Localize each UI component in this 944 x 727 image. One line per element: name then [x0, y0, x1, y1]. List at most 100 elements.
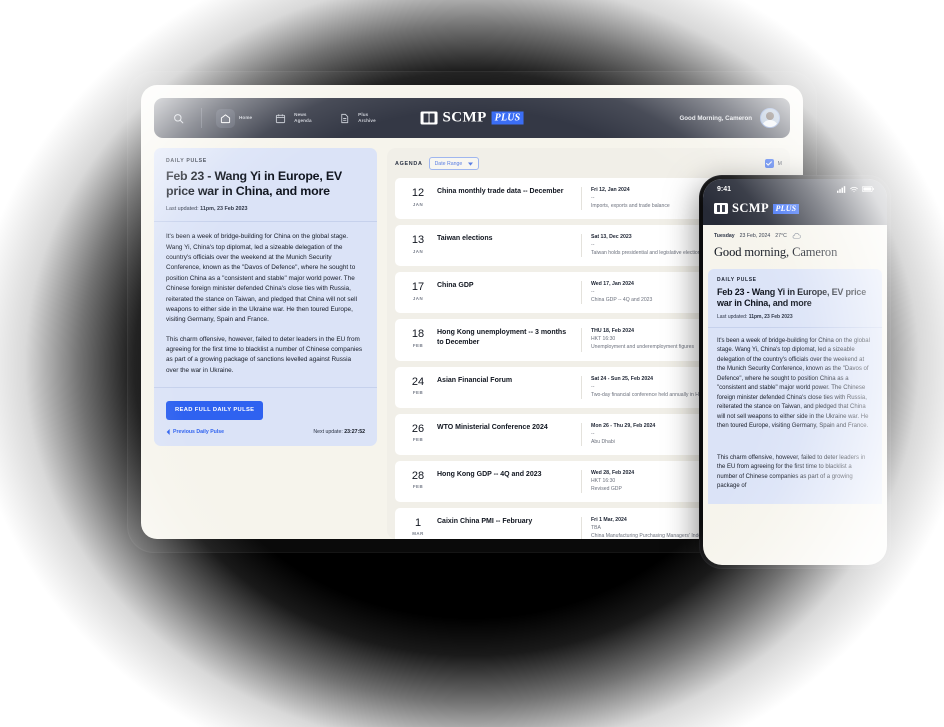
event-month: FEB [412, 437, 424, 443]
nav-item-news-agenda[interactable]: News Agenda [266, 106, 321, 131]
event-title: China monthly trade data -- December [437, 188, 564, 195]
daily-pulse-card: DAILY PULSE Feb 23 - Wang Yi in Europe, … [154, 148, 377, 446]
event-month: JAN [412, 201, 424, 207]
event-date: 28 FEB [405, 469, 431, 490]
avatar[interactable] [760, 108, 780, 128]
phone-brand-name: SCMP [732, 201, 770, 215]
event-month: FEB [412, 342, 424, 348]
event-date: 17 JAN [405, 281, 431, 301]
event-day: 28 [411, 469, 425, 482]
date-range-select[interactable]: Date Range [428, 157, 480, 170]
agenda-header: AGENDA Date Range M [395, 157, 782, 170]
wifi-icon [850, 186, 858, 192]
event-day: 12 [411, 187, 425, 199]
nav-label-plus-archive: Plus Archive [358, 112, 376, 123]
weekday-label: Tuesday [714, 233, 735, 239]
phone-daily-pulse-header: DAILY PULSE Feb 23 - Wang Yi in Europe, … [708, 269, 882, 327]
agenda-checkbox[interactable] [764, 159, 774, 168]
last-updated-value: 11pm, 23 Feb 2023 [200, 206, 248, 213]
nav-item-home[interactable]: Home [211, 106, 257, 131]
header-divider [201, 108, 202, 128]
event-month: FEB [412, 390, 424, 395]
previous-daily-pulse-link[interactable]: Previous Daily Pulse [166, 428, 225, 435]
phone-pulse-paragraph: This charm offensive, however, failed to… [717, 454, 866, 490]
chevron-left-icon [166, 428, 170, 435]
event-day: 24 [411, 375, 425, 388]
event-title: Asian Financial Forum [437, 376, 513, 384]
brand-plus-badge: PLUS [491, 111, 524, 125]
avatar-head [766, 112, 774, 121]
book-logo-icon [420, 111, 438, 125]
nav-item-plus-archive[interactable]: Plus Archive [330, 106, 385, 131]
daily-pulse-footer-row: Previous Daily Pulse Next update: 23:27:… [166, 428, 365, 435]
event-day: 18 [411, 328, 425, 341]
brand-name: SCMP [442, 109, 487, 126]
phone-daily-pulse-card: DAILY PULSE Feb 23 - Wang Yi in Europe, … [708, 269, 882, 504]
home-icon [216, 108, 235, 128]
event-title: Taiwan elections [437, 235, 493, 243]
event-month: MAR [412, 531, 424, 537]
next-update: Next update: 23:27:52 [313, 429, 365, 435]
battery-icon [862, 186, 874, 192]
event-month: JAN [412, 295, 424, 301]
screenshot-stage: Home News Agenda Plus Archive SCMP PLUS … [0, 0, 944, 727]
document-icon [335, 109, 354, 128]
temperature-label: 27°C [775, 233, 787, 239]
event-date: 1 MAR [405, 516, 431, 537]
nav-label-news-agenda: News Agenda [294, 112, 312, 123]
event-date: 12 JAN [405, 187, 431, 207]
nav-label-home: Home [239, 115, 253, 121]
phone-page-title: Feb 23 - Wang Yi in Europe, EV price war… [717, 287, 866, 308]
app-header: Home News Agenda Plus Archive SCMP PLUS … [154, 98, 790, 138]
previous-link-label: Previous Daily Pulse [173, 428, 225, 435]
book-logo-icon [714, 203, 728, 214]
daily-pulse-body: It's been a week of bridge-building for … [154, 222, 377, 387]
header-user-area: Good Morning, Cameron [679, 108, 780, 128]
cellular-signal-icon [837, 185, 846, 193]
event-title: WTO Ministerial Conference 2024 [437, 423, 548, 431]
event-day: 17 [411, 281, 425, 294]
agenda-filter: M [764, 159, 782, 168]
phone-last-updated: Last updated: 11pm, 23 Feb 2023 [717, 314, 873, 320]
event-day: 1 [414, 516, 422, 529]
search-icon [173, 113, 183, 123]
daily-pulse-footer: READ FULL DAILY PULSE Previous Daily Pul… [154, 388, 377, 446]
read-full-daily-pulse-button[interactable]: READ FULL DAILY PULSE [166, 400, 264, 420]
phone-brand-plus-badge: PLUS [773, 203, 799, 214]
status-bar-time: 9:41 [717, 185, 732, 193]
event-title: Hong Kong unemployment -- 3 months to De… [437, 329, 567, 346]
brand-logo[interactable]: SCMP PLUS [420, 109, 524, 127]
last-updated-label: Last updated: [166, 206, 199, 213]
search-button[interactable] [164, 104, 192, 132]
phone-brand-logo[interactable]: SCMP PLUS [703, 199, 887, 225]
event-month: JAN [412, 248, 424, 254]
phone-screen: 9:41 SCMP PLUS Tuesday 23 Feb, 2024 27°C… [703, 179, 887, 565]
phone-status-bar: 9:41 [703, 179, 887, 199]
event-date: 13 JAN [405, 234, 431, 254]
date-range-label: Date Range [434, 160, 463, 167]
phone-date-weather: Tuesday 23 Feb, 2024 27°C [714, 233, 876, 239]
chevron-down-icon [468, 161, 474, 166]
daily-pulse-kicker: DAILY PULSE [166, 158, 207, 164]
page-title: Feb 23 - Wang Yi in Europe, EV price war… [166, 169, 342, 199]
event-title: Caixin China PMI -- February [437, 517, 533, 525]
event-title: Hong Kong GDP -- 4Q and 2023 [437, 470, 542, 478]
phone-last-updated-label: Last updated: [717, 313, 748, 320]
event-day: 13 [411, 234, 425, 247]
primary-nav: Home News Agenda Plus Archive [211, 106, 385, 131]
event-month: FEB [412, 484, 424, 490]
phone-pulse-paragraph: It's been a week of bridge-building for … [717, 337, 870, 430]
agenda-checkbox-label: M [777, 160, 782, 167]
event-date: 26 FEB [405, 422, 431, 443]
event-date: 24 FEB [405, 375, 431, 395]
last-updated: Last updated: 11pm, 23 Feb 2023 [166, 206, 365, 212]
main-content: DAILY PULSE Feb 23 - Wang Yi in Europe, … [154, 148, 790, 539]
next-update-value: 23:27:52 [344, 428, 365, 435]
phone-daily-pulse-kicker: DAILY PULSE [717, 277, 757, 283]
event-day: 26 [411, 422, 425, 435]
agenda-label: AGENDA [395, 160, 423, 167]
daily-pulse-header: DAILY PULSE Feb 23 - Wang Yi in Europe, … [154, 148, 377, 221]
event-date: 18 FEB [405, 328, 431, 348]
status-bar-icons [837, 185, 874, 193]
phone-last-updated-value: 11pm, 23 Feb 2023 [748, 313, 793, 320]
